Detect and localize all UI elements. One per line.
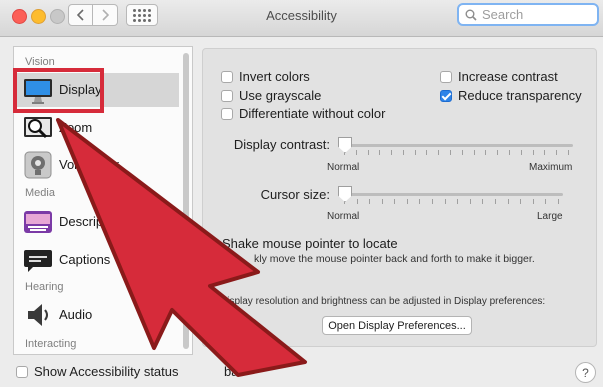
voiceover-icon <box>24 151 52 179</box>
checkbox-box[interactable] <box>440 70 452 83</box>
sidebar-item-label: Audio <box>59 307 93 322</box>
show-accessibility-status-checkbox[interactable]: Show Accessibility status <box>16 364 179 379</box>
display-preferences-note: Display resolution and brightness can be… <box>220 296 546 307</box>
invert-colors-checkbox[interactable]: Invert colors <box>221 69 310 84</box>
zoom-icon <box>24 117 52 139</box>
sidebar-item-captions[interactable]: Captions <box>14 243 179 277</box>
sidebar-item-label: Descriptions <box>59 214 131 229</box>
section-header-interacting: Interacting <box>25 338 77 350</box>
sidebar-item-label: Zoom <box>59 120 93 135</box>
sidebar-scrollbar[interactable] <box>183 53 189 349</box>
sidebar-item-label: VoiceOver <box>59 157 119 172</box>
checkbox-label: Increase contrast <box>458 69 558 84</box>
checkbox-box[interactable] <box>221 107 233 120</box>
shake-description: kly move the mouse pointer back and fort… <box>254 253 535 265</box>
checkbox-box[interactable] <box>221 89 233 102</box>
cursor-min-label: Normal <box>327 211 360 222</box>
contrast-max-label: Maximum <box>529 162 573 173</box>
shake-to-locate-checkbox[interactable]: Shake mouse pointer to locate <box>222 236 398 251</box>
cursor-size-label: Cursor size: <box>260 187 330 202</box>
sidebar-item-zoom[interactable]: Zoom <box>14 111 179 145</box>
sidebar-item-voiceover[interactable]: VoiceOver <box>14 148 179 182</box>
checkbox-box[interactable] <box>16 365 28 378</box>
cursor-max-label: Large <box>537 211 563 222</box>
display-contrast-slider[interactable] <box>340 144 573 147</box>
audio-icon <box>28 304 48 326</box>
differentiate-without-color-checkbox[interactable]: Differentiate without color <box>221 106 385 121</box>
sidebar-item-label: Captions <box>59 252 111 267</box>
search-icon <box>465 9 477 21</box>
section-header-media: Media <box>25 187 55 199</box>
slider-ticks <box>344 150 569 155</box>
section-header-vision: Vision <box>25 56 55 68</box>
checkbox-label: Show Accessibility status <box>34 364 179 379</box>
checkbox-label: Differentiate without color <box>239 106 386 121</box>
search-field[interactable]: Search <box>457 3 599 26</box>
captions-icon <box>24 250 52 272</box>
sidebar-item-audio[interactable]: Audio <box>14 298 179 332</box>
increase-contrast-checkbox[interactable]: Increase contrast <box>440 69 558 84</box>
shake-label: Shake mouse pointer to locate <box>222 236 398 251</box>
section-header-hearing: Hearing <box>25 281 64 293</box>
cursor-size-slider[interactable] <box>340 193 563 196</box>
descriptions-icon <box>24 211 52 233</box>
display-highlight-box <box>13 68 104 113</box>
checkbox-label: Use grayscale <box>239 88 322 103</box>
use-grayscale-checkbox[interactable]: Use grayscale <box>221 88 321 103</box>
title-bar: Accessibility Search <box>0 0 603 37</box>
sidebar-item-descriptions[interactable]: Descriptions <box>14 205 179 239</box>
checkbox-box[interactable] <box>440 89 452 102</box>
open-display-preferences-button[interactable]: Open Display Preferences... <box>322 316 472 335</box>
menu-bar-label-tail: bar <box>224 364 243 379</box>
checkbox-label: Reduce transparency <box>458 88 582 103</box>
checkbox-label: Invert colors <box>239 69 310 84</box>
slider-ticks <box>344 199 559 204</box>
display-contrast-label: Display contrast: <box>233 137 330 152</box>
checkbox-box[interactable] <box>221 70 233 83</box>
reduce-transparency-checkbox[interactable]: Reduce transparency <box>440 88 582 103</box>
search-placeholder: Search <box>482 7 524 22</box>
contrast-min-label: Normal <box>327 162 360 173</box>
help-button[interactable]: ? <box>575 362 596 383</box>
